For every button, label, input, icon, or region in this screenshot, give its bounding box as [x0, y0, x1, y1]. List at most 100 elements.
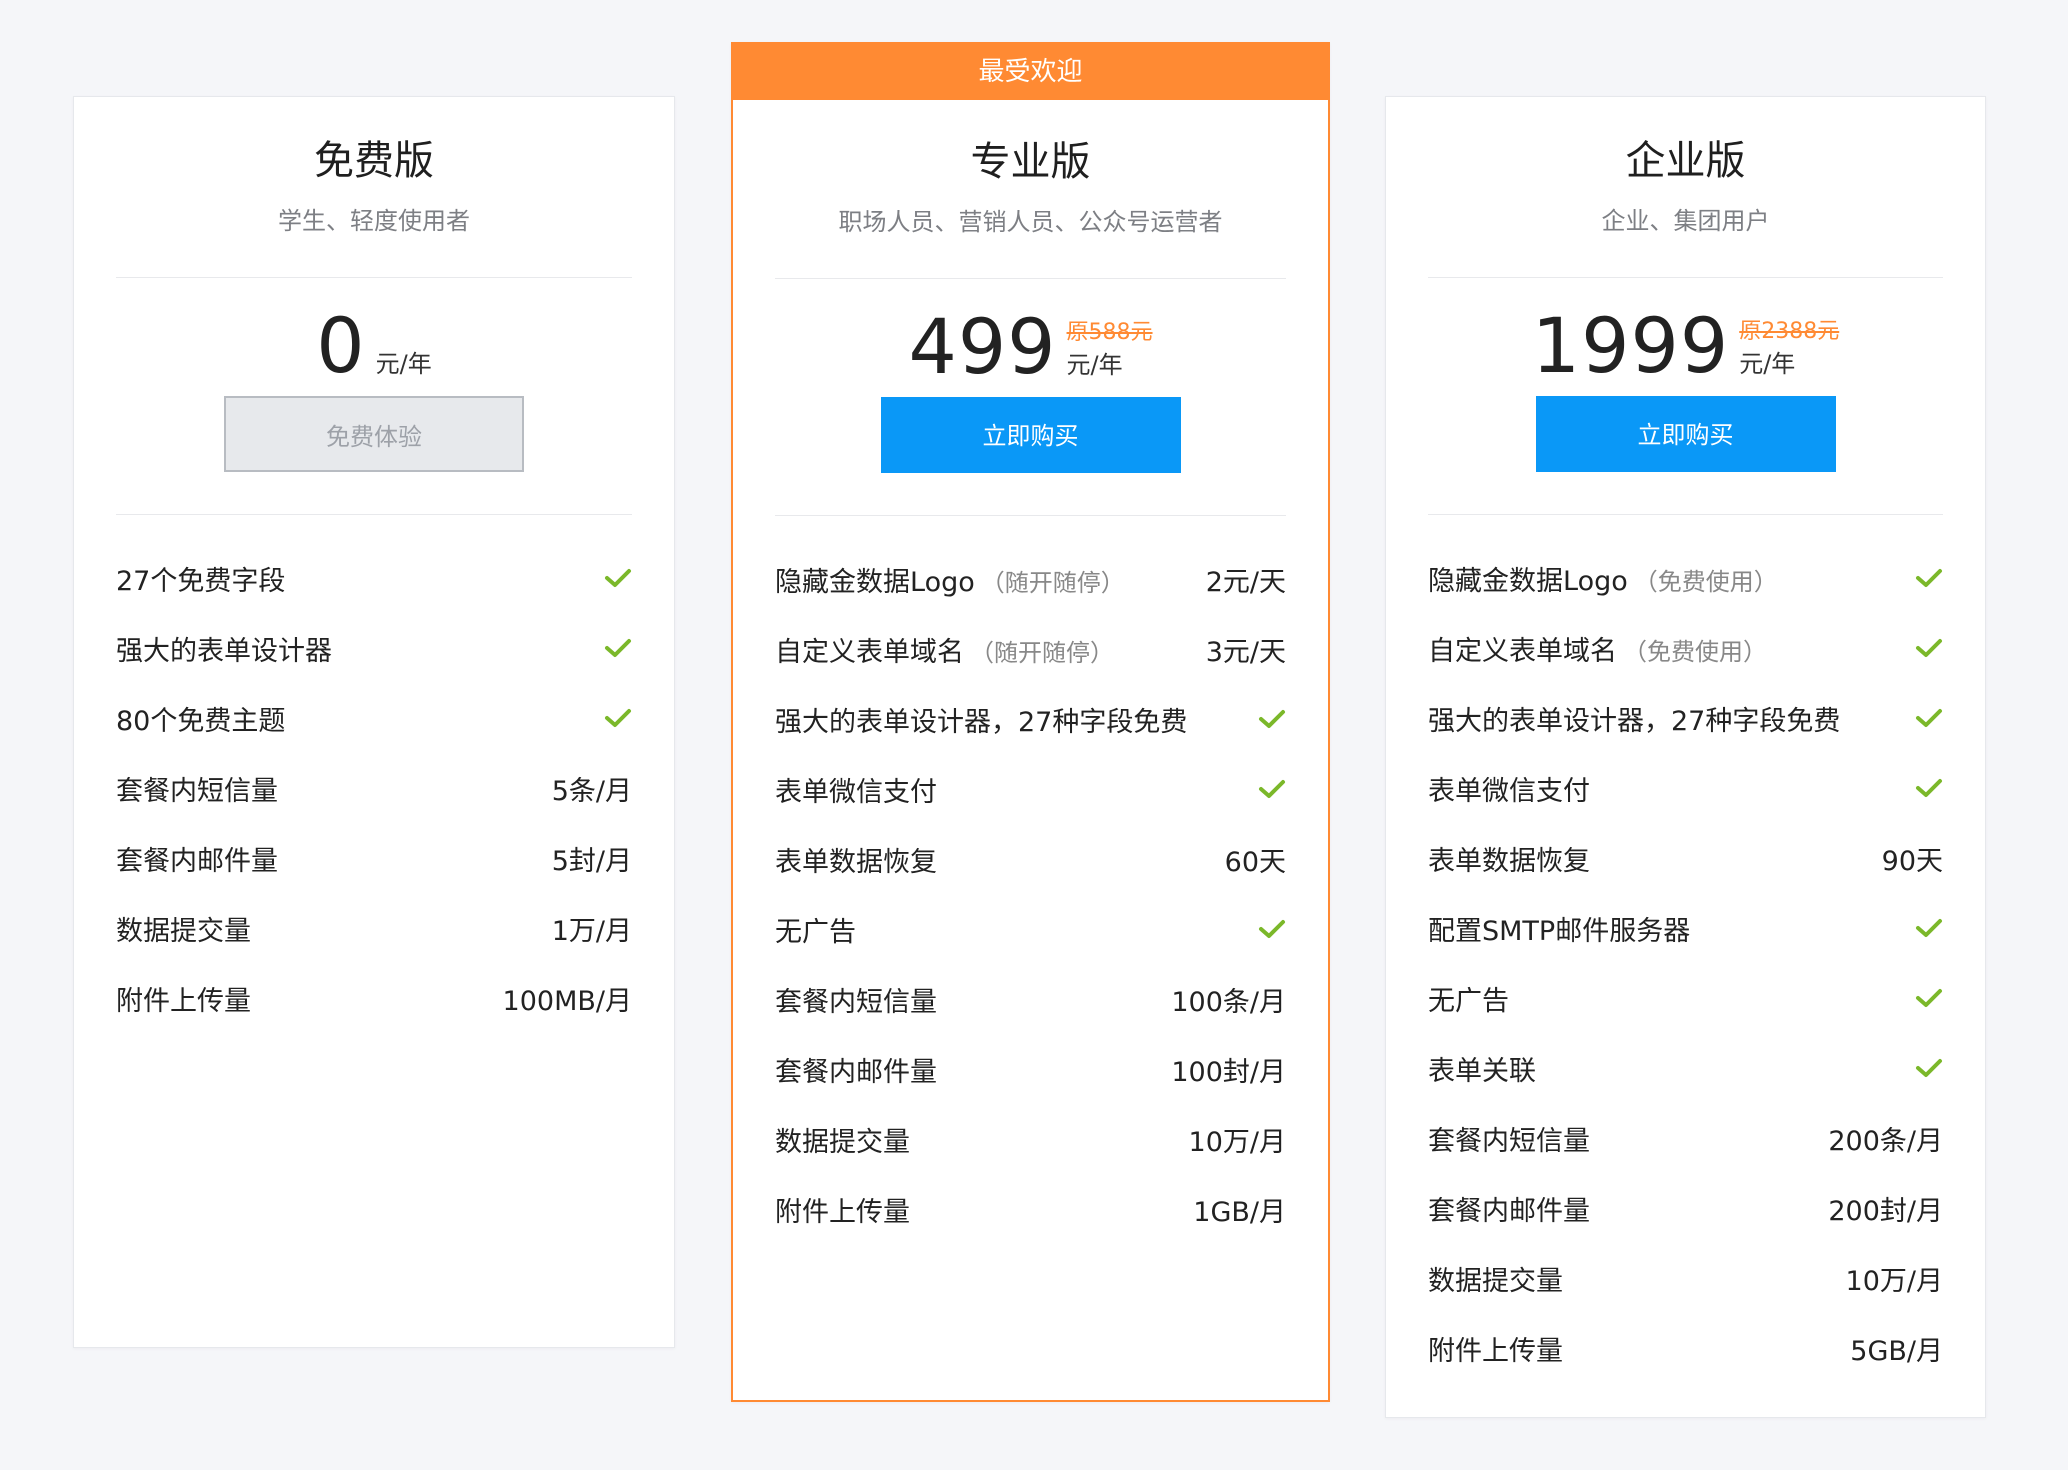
divider [116, 277, 632, 278]
price-unit: 元/年 [1739, 350, 1796, 378]
divider [116, 514, 632, 515]
feature-row: 套餐内短信量 100条/月 [775, 964, 1286, 1034]
feature-row: 套餐内短信量 5条/月 [116, 753, 632, 823]
feature-row: 套餐内短信量 200条/月 [1428, 1103, 1943, 1173]
check-icon [1916, 1059, 1942, 1077]
feature-note: （免费使用） [1633, 567, 1778, 596]
divider [775, 278, 1286, 279]
plan-header: 专业版 职场人员、营销人员、公众号运营者 [733, 136, 1328, 238]
divider [1428, 277, 1943, 278]
feature-label: 数据提交量 [1428, 1265, 1563, 1297]
feature-label: 套餐内短信量 [1428, 1125, 1590, 1157]
price: 0 元/年 [74, 301, 674, 390]
price-amount: 1999 [1531, 301, 1730, 390]
feature-row: 强大的表单设计器，27种字段免费 [1428, 683, 1943, 753]
free-trial-button[interactable]: 免费体验 [224, 396, 524, 472]
feature-row: 表单微信支付 [775, 754, 1286, 824]
feature-row: 表单关联 [1428, 1033, 1943, 1103]
feature-label: 数据提交量 [116, 915, 251, 947]
check-icon [1916, 919, 1942, 937]
feature-value: 100MB/月 [502, 985, 632, 1017]
feature-value: 200条/月 [1828, 1125, 1943, 1157]
feature-label: 表单关联 [1428, 1055, 1536, 1087]
feature-label: 无广告 [1428, 985, 1509, 1017]
plan-card-free: 免费版 学生、轻度使用者 0 元/年 免费体验 27个免费字段强大的表单设计器 8… [73, 96, 675, 1348]
feature-row: 表单数据恢复 90天 [1428, 823, 1943, 893]
feature-value: 3元/天 [1205, 636, 1286, 668]
feature-row: 数据提交量 10万/月 [1428, 1243, 1943, 1313]
feature-row: 套餐内邮件量 100封/月 [775, 1034, 1286, 1104]
feature-value: 1GB/月 [1193, 1196, 1286, 1228]
feature-label: 附件上传量 [1428, 1335, 1563, 1367]
plan-header: 企业版 企业、集团用户 [1386, 135, 1985, 237]
check-icon [1916, 709, 1942, 727]
plan-subtitle: 学生、轻度使用者 [278, 207, 470, 235]
feature-value: 200封/月 [1828, 1195, 1943, 1227]
check-icon [1259, 710, 1285, 728]
feature-row: 套餐内邮件量 200封/月 [1428, 1173, 1943, 1243]
buy-now-button[interactable]: 立即购买 [880, 397, 1181, 473]
feature-row: 强大的表单设计器 [116, 613, 632, 683]
feature-row: 强大的表单设计器，27种字段免费 [775, 684, 1286, 754]
feature-row: 27个免费字段 [116, 543, 632, 613]
feature-list: 隐藏金数据Logo （随开随停） 2元/天 自定义表单域名 （随开随停） 3元/天 强大的表… [733, 544, 1328, 1244]
feature-list: 27个免费字段强大的表单设计器 80个免费主题套餐内短信量 5条/月 套餐内邮件量 5封… [74, 543, 674, 1033]
feature-value: 60天 [1224, 846, 1286, 878]
price-unit: 元/年 [1066, 351, 1123, 379]
feature-row: 数据提交量 10万/月 [775, 1104, 1286, 1174]
feature-row: 套餐内邮件量 5封/月 [116, 823, 632, 893]
check-icon [605, 569, 631, 587]
price-amount: 0 [316, 301, 366, 390]
feature-note: （免费使用） [1623, 637, 1767, 666]
most-popular-badge: 最受欢迎 [733, 44, 1328, 100]
feature-value: 5条/月 [551, 775, 632, 807]
feature-row: 配置SMTP邮件服务器 [1428, 893, 1943, 963]
divider [775, 515, 1286, 516]
check-icon [1916, 989, 1942, 1007]
feature-value: 1万/月 [551, 915, 632, 947]
feature-list: 隐藏金数据Logo （免费使用） 自定义表单域名 （免费使用） 强大的表单设计器，27种… [1386, 543, 1985, 1383]
plan-title: 免费版 [314, 138, 434, 184]
buy-now-button[interactable]: 立即购买 [1535, 396, 1836, 472]
feature-label: 表单数据恢复 [1428, 845, 1590, 877]
feature-label: 强大的表单设计器 [116, 635, 332, 667]
plan-subtitle: 职场人员、营销人员、公众号运营者 [838, 208, 1223, 236]
feature-note: （随开随停） [970, 638, 1114, 667]
feature-label: 表单微信支付 [775, 776, 937, 808]
feature-row: 无广告 [775, 894, 1286, 964]
feature-row: 隐藏金数据Logo （免费使用） [1428, 543, 1943, 613]
feature-label: 隐藏金数据Logo [775, 566, 975, 598]
feature-label: 自定义表单域名 [1428, 635, 1617, 667]
price: 499 原588元 元/年 [733, 309, 1328, 385]
check-icon [1916, 779, 1942, 797]
feature-row: 表单数据恢复 60天 [775, 824, 1286, 894]
feature-label: 套餐内邮件量 [775, 1056, 937, 1088]
feature-label: 附件上传量 [116, 985, 251, 1017]
feature-row: 自定义表单域名 （免费使用） [1428, 613, 1943, 683]
feature-label: 配置SMTP邮件服务器 [1428, 915, 1691, 947]
feature-row: 无广告 [1428, 963, 1943, 1033]
feature-label: 附件上传量 [775, 1196, 910, 1228]
check-icon [1916, 639, 1942, 657]
feature-value: 5封/月 [551, 845, 632, 877]
check-icon [1916, 569, 1942, 587]
feature-label: 强大的表单设计器，27种字段免费 [775, 706, 1188, 738]
plan-header: 免费版 学生、轻度使用者 [74, 135, 674, 237]
feature-row: 80个免费主题 [116, 683, 632, 753]
feature-label: 无广告 [775, 916, 856, 948]
feature-row: 附件上传量 100MB/月 [116, 963, 632, 1033]
feature-label: 80个免费主题 [116, 705, 286, 737]
feature-label: 数据提交量 [775, 1126, 910, 1158]
check-icon [605, 639, 631, 657]
feature-value: 5GB/月 [1850, 1335, 1943, 1367]
feature-label: 套餐内邮件量 [1428, 1195, 1590, 1227]
feature-value: 2元/天 [1205, 566, 1286, 598]
feature-row: 附件上传量 1GB/月 [775, 1174, 1286, 1244]
feature-row: 隐藏金数据Logo （随开随停） 2元/天 [775, 544, 1286, 614]
divider [1428, 514, 1943, 515]
price: 1999 原2388元 元/年 [1386, 301, 1985, 390]
price-unit: 元/年 [375, 350, 432, 378]
feature-value: 90天 [1881, 845, 1943, 877]
feature-label: 隐藏金数据Logo [1428, 565, 1628, 597]
plan-title: 专业版 [970, 139, 1091, 185]
